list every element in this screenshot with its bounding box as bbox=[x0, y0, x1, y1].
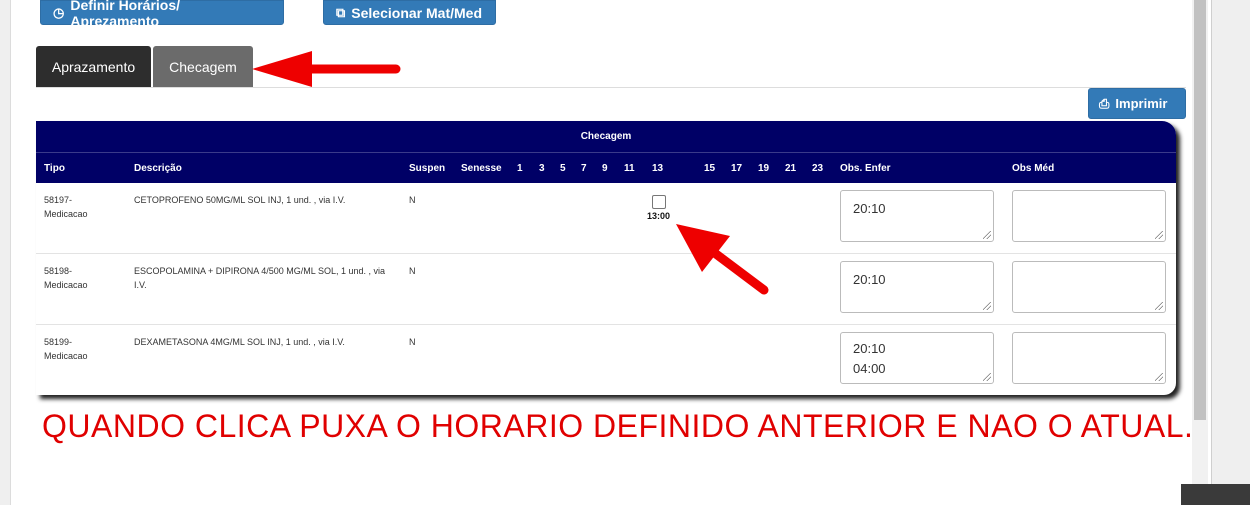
col-hour-5: 5 bbox=[560, 163, 566, 174]
resize-grip-icon[interactable] bbox=[1155, 231, 1163, 239]
scrollbar-thumb[interactable] bbox=[1194, 0, 1206, 420]
row-suspen: N bbox=[409, 337, 416, 347]
selecionar-matmed-label: Selecionar Mat/Med bbox=[351, 4, 482, 21]
row-suspen: N bbox=[409, 195, 416, 205]
col-hour-19: 19 bbox=[758, 163, 770, 174]
table-title: Checagem bbox=[36, 121, 1176, 153]
row-tipo: 58198- Medicacao bbox=[44, 266, 88, 290]
table-row: 58199- Medicacao DEXAMETASONA 4MG/ML SOL… bbox=[36, 325, 1176, 395]
tab-checagem[interactable]: Checagem bbox=[153, 46, 253, 88]
row-suspen: N bbox=[409, 266, 416, 276]
imprimir-button[interactable]: ⎙ Imprimir bbox=[1088, 88, 1186, 119]
corner-overlay bbox=[1181, 484, 1250, 505]
resize-grip-icon[interactable] bbox=[1155, 373, 1163, 381]
definir-horarios-button[interactable]: ◷ Definir Horários/ Aprezamento bbox=[40, 0, 284, 29]
selecionar-matmed-button[interactable]: ⧉ Selecionar Mat/Med bbox=[323, 0, 496, 25]
tab-aprazamento[interactable]: Aprazamento bbox=[36, 46, 151, 88]
obs-enfer-value: 20:10 bbox=[853, 272, 886, 287]
clock-icon: ◷ bbox=[53, 4, 65, 20]
col-hour-11: 11 bbox=[624, 163, 635, 174]
obs-enfer-textarea[interactable]: 20:10 bbox=[840, 190, 994, 242]
row-descricao: DEXAMETASONA 4MG/ML SOL INJ, 1 und. , vi… bbox=[134, 337, 345, 347]
red-arrow-annotation-tabs bbox=[252, 51, 401, 87]
row-descricao: ESCOPOLAMINA + DIPIRONA 4/500 MG/ML SOL,… bbox=[134, 266, 386, 290]
tab-divider bbox=[36, 87, 1186, 88]
check-time: 13:00 bbox=[647, 211, 671, 221]
table-header-row: Tipo Descrição Suspen Senesse 1 3 5 7 9 … bbox=[36, 153, 1176, 183]
col-hour-3: 3 bbox=[539, 163, 545, 174]
col-hour-23: 23 bbox=[812, 163, 824, 174]
col-hour-21: 21 bbox=[785, 163, 797, 174]
obs-enfer-value: 20:10 04:00 bbox=[853, 341, 886, 376]
row-descricao: CETOPROFENO 50MG/ML SOL INJ, 1 und. , vi… bbox=[134, 195, 346, 205]
col-hour-15: 15 bbox=[704, 163, 716, 174]
tab-checagem-label: Checagem bbox=[169, 59, 237, 75]
col-suspen: Suspen bbox=[409, 163, 446, 174]
obs-enfer-value: 20:10 bbox=[853, 201, 886, 216]
definir-horarios-label: Definir Horários/ Aprezamento bbox=[70, 0, 181, 29]
obs-med-textarea[interactable] bbox=[1012, 332, 1166, 384]
imprimir-label: Imprimir bbox=[1115, 96, 1168, 111]
checagem-table: Checagem Tipo Descrição Suspen Senesse 1… bbox=[36, 121, 1176, 395]
printer-icon: ⎙ bbox=[1099, 95, 1110, 111]
obs-enfer-textarea[interactable]: 20:10 04:00 bbox=[840, 332, 994, 384]
col-tipo: Tipo bbox=[44, 163, 65, 174]
row-tipo: 58197- Medicacao bbox=[44, 195, 88, 219]
vertical-scrollbar[interactable] bbox=[1192, 0, 1208, 505]
resize-grip-icon[interactable] bbox=[983, 302, 991, 310]
col-senesse: Senesse bbox=[461, 163, 502, 174]
obs-enfer-textarea[interactable]: 20:10 bbox=[840, 261, 994, 313]
col-obs-enfer: Obs. Enfer bbox=[840, 163, 891, 174]
obs-med-textarea[interactable] bbox=[1012, 190, 1166, 242]
checagem-checkbox[interactable] bbox=[652, 195, 666, 209]
tab-aprazamento-label: Aprazamento bbox=[51, 59, 136, 75]
resize-grip-icon[interactable] bbox=[983, 231, 991, 239]
annotation-note: QUANDO CLICA PUXA O HORARIO DEFINIDO ANT… bbox=[42, 408, 1194, 444]
red-arrow-annotation-checkbox bbox=[676, 224, 769, 295]
external-link-icon: ⧉ bbox=[336, 4, 346, 20]
col-hour-17: 17 bbox=[731, 163, 743, 174]
col-descricao: Descrição bbox=[134, 163, 182, 174]
table-title-text: Checagem bbox=[580, 131, 632, 142]
obs-med-textarea[interactable] bbox=[1012, 261, 1166, 313]
col-hour-7: 7 bbox=[581, 163, 587, 174]
col-hour-9: 9 bbox=[602, 163, 608, 174]
col-hour-13: 13 bbox=[652, 163, 664, 174]
row-tipo: 58199- Medicacao bbox=[44, 337, 88, 361]
table-row: 58197- Medicacao CETOPROFENO 50MG/ML SOL… bbox=[36, 183, 1176, 254]
resize-grip-icon[interactable] bbox=[1155, 302, 1163, 310]
resize-grip-icon[interactable] bbox=[983, 373, 991, 381]
col-hour-1: 1 bbox=[517, 163, 523, 174]
col-obs-med: Obs Méd bbox=[1012, 163, 1055, 174]
table-row: 58198- Medicacao ESCOPOLAMINA + DIPIRONA… bbox=[36, 254, 1176, 325]
